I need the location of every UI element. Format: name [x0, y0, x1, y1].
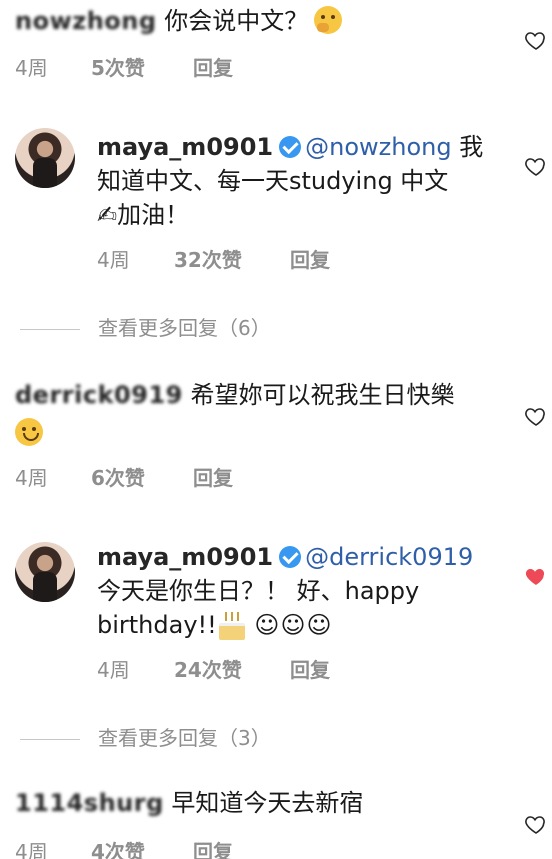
mention-link[interactable]: @nowzhong — [305, 133, 451, 161]
like-heart-icon[interactable] — [524, 28, 548, 52]
verified-badge-icon — [279, 136, 302, 158]
comment-time: 4周 — [97, 658, 130, 682]
comment-username[interactable]: maya_m0901 — [97, 543, 273, 571]
comment-username[interactable]: derrick0919 — [15, 381, 183, 409]
reply-button[interactable]: 回复 — [193, 836, 233, 859]
divider — [20, 739, 80, 740]
reply-button[interactable]: 回复 — [290, 244, 330, 273]
comment-time: 4周 — [15, 466, 48, 490]
smiley-emojis: ☺☺☺ — [254, 611, 333, 639]
reply-button[interactable]: 回复 — [290, 654, 330, 683]
comment-text-line-2: 知道中文、每一天studying 中文 — [97, 167, 449, 195]
comment-username[interactable]: 1114shurg — [15, 789, 164, 817]
like-heart-icon[interactable] — [524, 154, 548, 178]
comment-text: 我 — [459, 133, 484, 161]
comment-text-line-3: ✍加油！ — [97, 201, 190, 229]
comment-text: 早知道今天去新宿 — [171, 789, 364, 817]
comment-text-line-2: 今天是你生日？！ 好、happy — [97, 577, 420, 605]
comment-username[interactable]: maya_m0901 — [97, 133, 273, 161]
comment-username[interactable]: nowzhong — [15, 7, 157, 35]
avatar[interactable] — [15, 128, 75, 188]
comment-text: 你会说中文？ — [164, 7, 309, 35]
likes-count[interactable]: 24次赞 — [174, 654, 242, 683]
reply-button[interactable]: 回复 — [193, 462, 233, 491]
view-more-label: 查看更多回复（6） — [98, 316, 271, 340]
liked-heart-icon[interactable] — [524, 564, 548, 588]
comment-text: birthday!! — [97, 611, 217, 639]
reply-button[interactable]: 回复 — [193, 52, 233, 81]
divider — [20, 329, 80, 330]
comment-time: 4周 — [15, 56, 48, 80]
view-more-label: 查看更多回复（3） — [98, 726, 271, 750]
comment-text: 希望妳可以祝我生日快樂 — [190, 381, 455, 409]
likes-count[interactable]: 4次赞 — [91, 836, 145, 859]
comment-time: 4周 — [97, 248, 130, 272]
mention-link[interactable]: @derrick0919 — [305, 543, 473, 571]
like-heart-icon[interactable] — [524, 812, 548, 836]
view-more-replies-link[interactable]: 查看更多回复（6） — [20, 312, 271, 341]
like-heart-icon[interactable] — [524, 404, 548, 428]
verified-badge-icon — [279, 546, 302, 568]
smiling-face-emoji-icon — [15, 418, 43, 446]
likes-count[interactable]: 6次赞 — [91, 462, 145, 491]
birthday-cake-emoji-icon — [217, 610, 247, 640]
avatar[interactable] — [15, 542, 75, 602]
comment-time: 4周 — [15, 840, 48, 859]
likes-count[interactable]: 5次赞 — [91, 52, 145, 81]
view-more-replies-link[interactable]: 查看更多回复（3） — [20, 722, 271, 751]
thinking-face-emoji-icon — [314, 6, 343, 34]
likes-count[interactable]: 32次赞 — [174, 244, 242, 273]
